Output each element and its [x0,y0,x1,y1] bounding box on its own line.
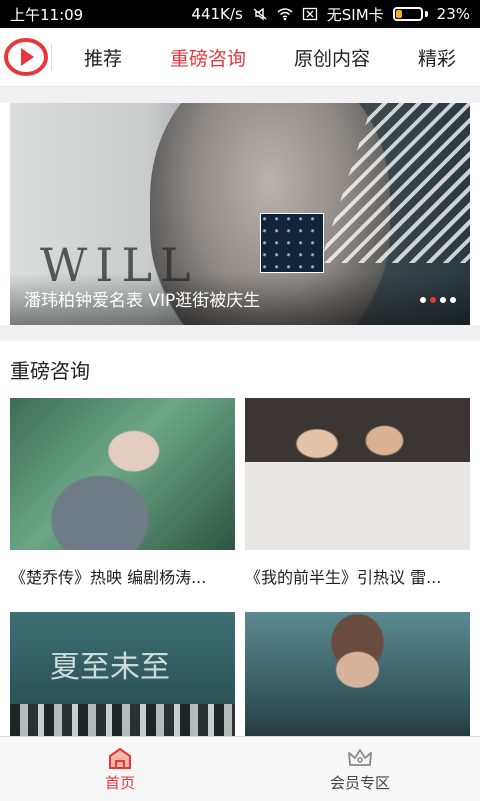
section-title: 重磅咨询 [10,359,90,383]
bottom-nav: 首页 会员专区 [0,736,480,801]
battery-icon [392,7,428,21]
carousel-dot-active[interactable] [430,297,436,303]
banner-carousel[interactable]: WILL 潘玮柏钟爱名表 VIP逛街被庆生 [10,103,470,325]
tab-headline-news[interactable]: 重磅咨询 [146,44,270,71]
crown-icon [348,748,372,766]
nav-divider [51,44,52,70]
separator-band [0,325,480,341]
carousel-dot[interactable] [420,297,426,303]
banner-caption: 潘玮柏钟爱名表 VIP逛街被庆生 [24,291,261,311]
carousel-dot[interactable] [450,297,456,303]
tab-recommend[interactable]: 推荐 [60,44,146,71]
status-indicators: 441K/s 无SIM卡 23% [191,4,470,25]
network-speed: 441K/s [191,5,243,23]
sim-status: 无SIM卡 [326,5,384,24]
tab-highlights[interactable]: 精彩 [394,44,480,71]
bottom-nav-vip-label: 会员专区 [329,773,390,792]
status-bar: 上午11:09 441K/s 无SIM卡 23% [0,0,480,28]
tab-original-content[interactable]: 原创内容 [270,44,394,71]
separator-band [0,87,480,103]
wifi-icon [277,8,293,21]
article-card[interactable]: 《楚乔传》热映 编剧杨涛... [10,398,235,588]
play-logo-icon [3,38,48,76]
app-logo[interactable] [0,28,51,86]
carousel-dot[interactable] [440,297,446,303]
status-time: 上午11:09 [10,5,84,24]
article-title: 《我的前半生》引热议 雷... [245,568,442,587]
article-thumbnail [245,398,470,550]
article-thumbnail [10,398,235,550]
no-sim-icon [302,7,317,21]
banner-watch-face [260,213,324,273]
mute-icon [253,7,267,21]
battery-percent: 23% [436,5,470,23]
article-card[interactable]: 《我的前半生》引热议 雷... [245,398,470,588]
bottom-nav-vip[interactable]: 会员专区 [240,737,480,801]
bottom-nav-home[interactable]: 首页 [0,737,240,801]
home-icon [109,747,131,769]
poster-title: 夏至未至 [50,650,170,685]
carousel-indicator [420,297,456,303]
top-nav: 推荐 重磅咨询 原创内容 精彩 [0,28,480,87]
article-title: 《楚乔传》热映 编剧杨涛... [10,568,207,587]
bottom-nav-home-label: 首页 [104,773,135,792]
